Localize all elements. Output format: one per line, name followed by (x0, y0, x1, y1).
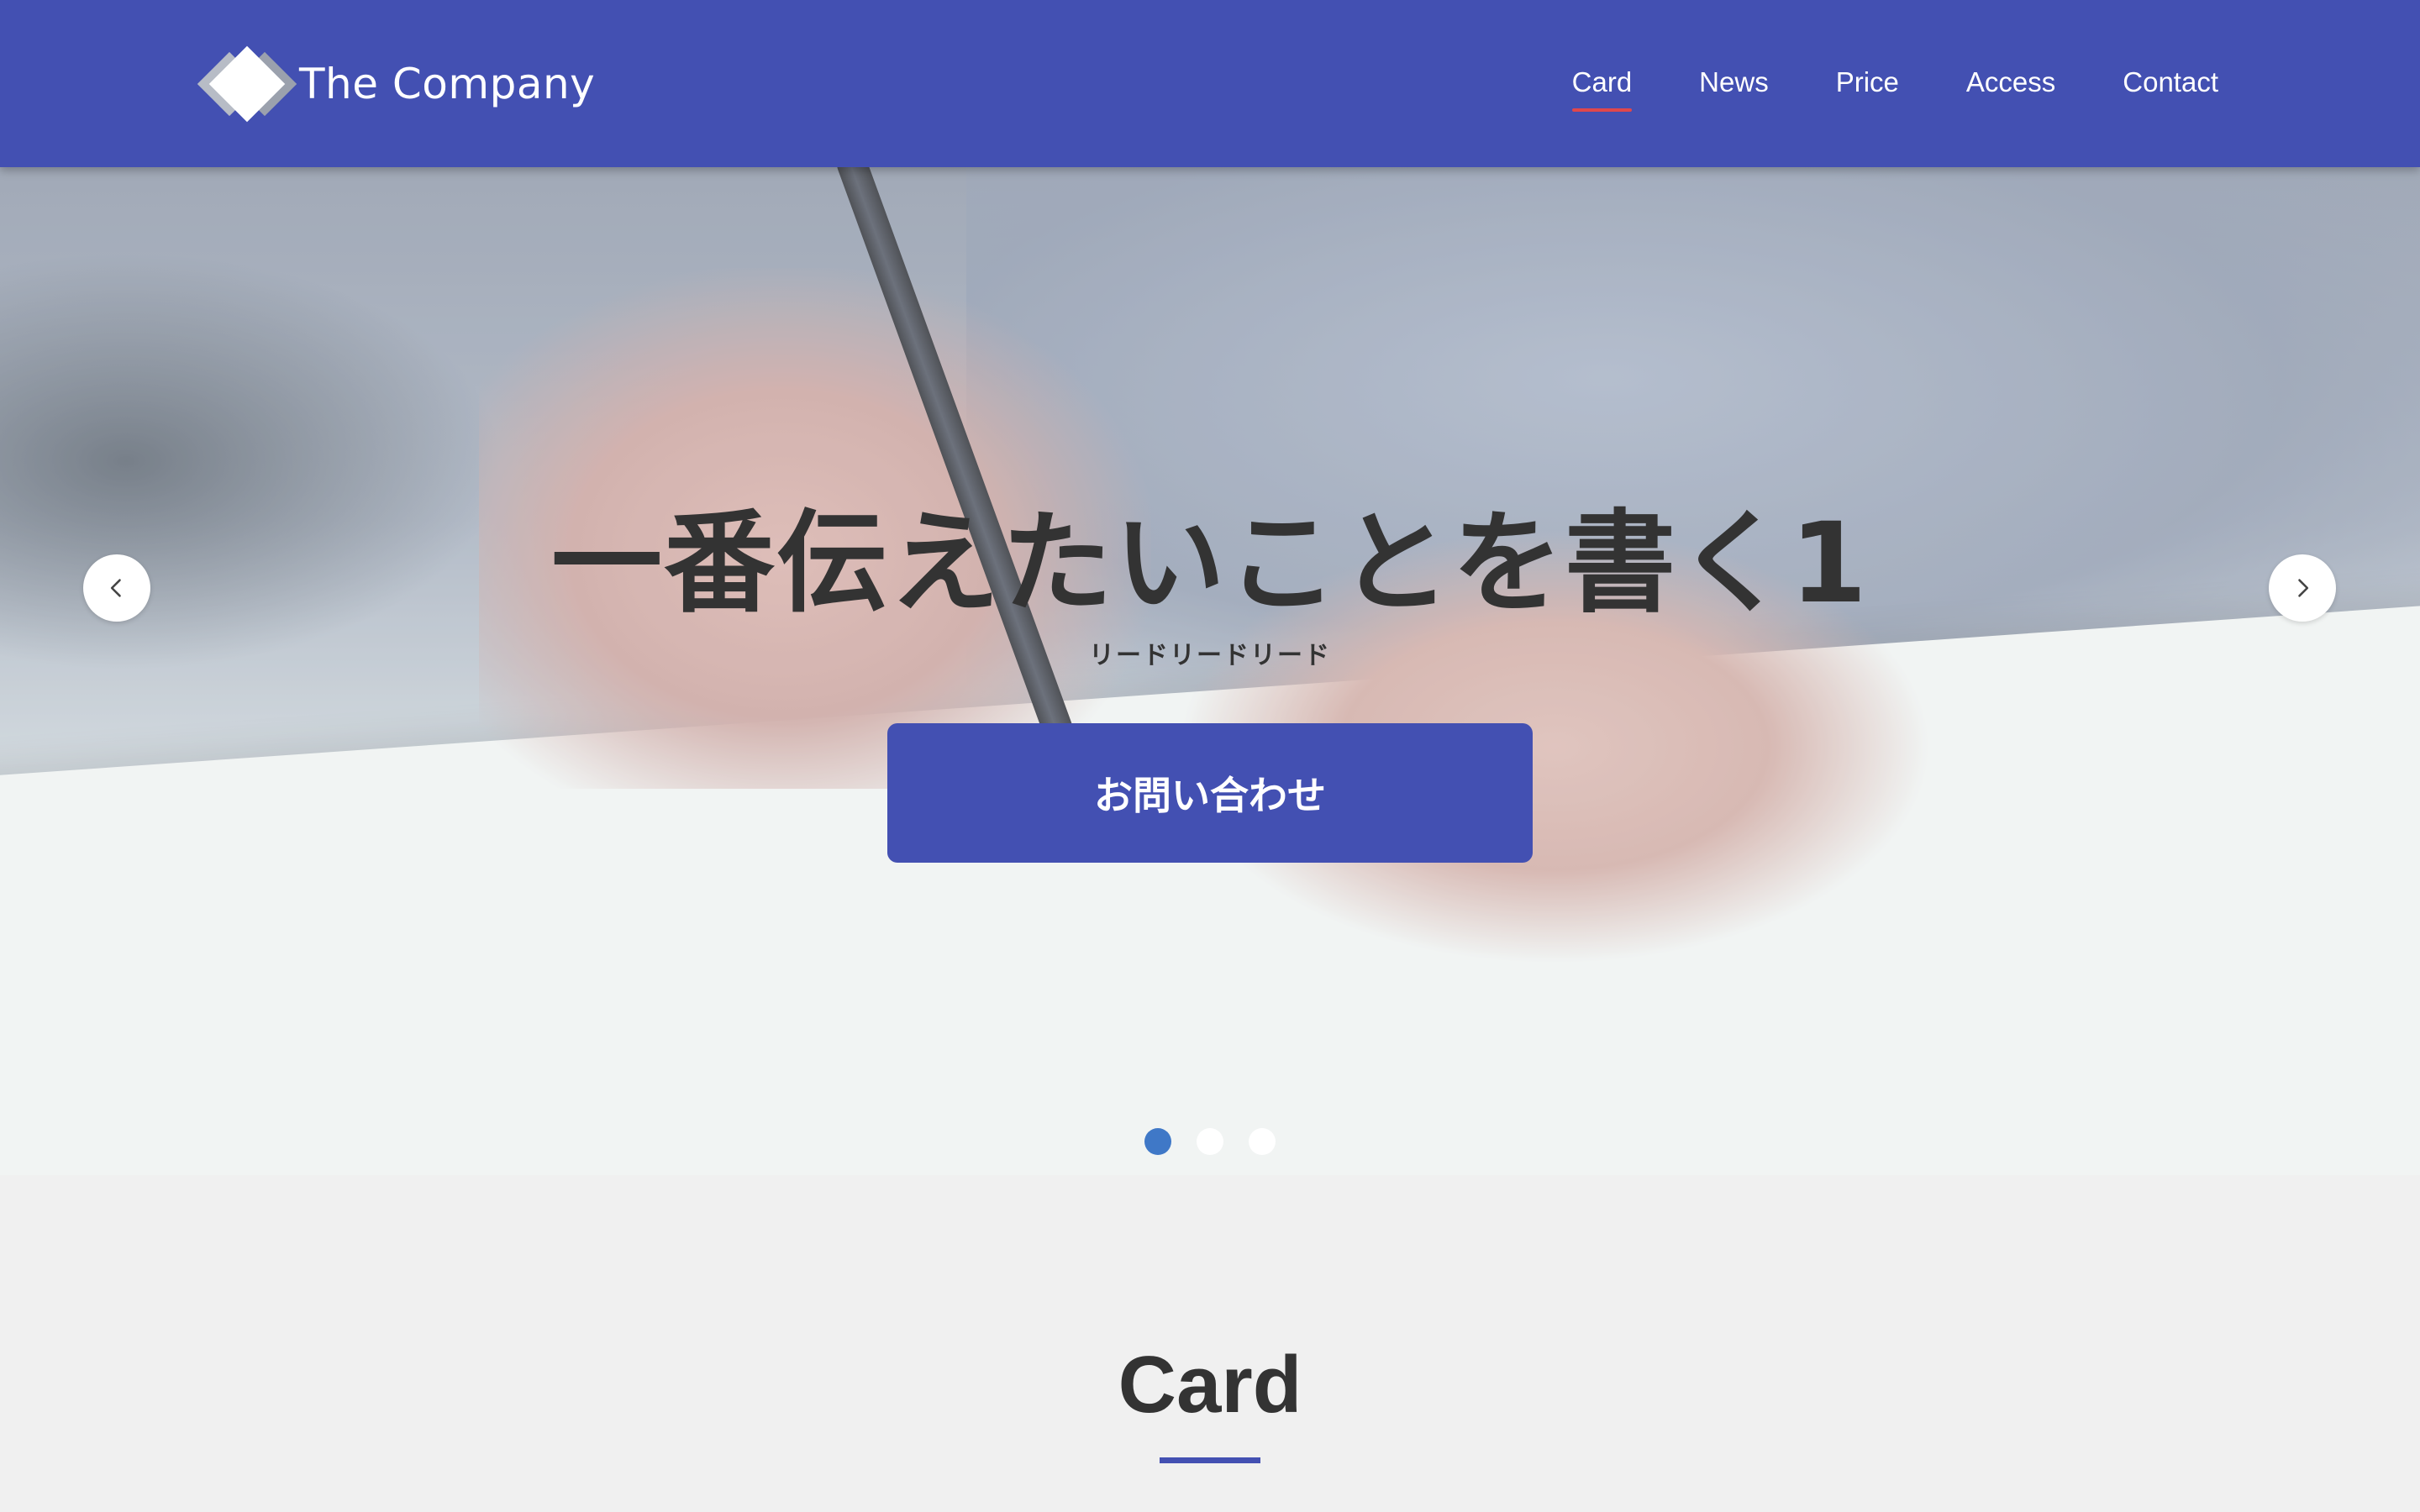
nav-item-price[interactable]: Price (1836, 58, 1899, 110)
contact-button[interactable]: お問い合わせ (887, 723, 1533, 863)
nav-item-access[interactable]: Access (1966, 58, 2055, 110)
nav-item-card[interactable]: Card (1571, 58, 1632, 112)
site-header: The Company Card News Price Access Conta… (0, 0, 2420, 167)
carousel-dot-1[interactable] (1144, 1128, 1171, 1155)
hero-content: 一番伝えたいことを書く1 リードリードリード お問い合わせ (0, 167, 2420, 1175)
hero-title: 一番伝えたいことを書く1 (551, 499, 1869, 628)
carousel-next-button[interactable] (2269, 554, 2336, 622)
hero-lead: リードリードリード (1089, 641, 1331, 670)
nav-item-contact[interactable]: Contact (2123, 58, 2218, 110)
carousel-dot-2[interactable] (1197, 1128, 1223, 1155)
carousel-dot-3[interactable] (1249, 1128, 1276, 1155)
carousel-pagination (0, 1128, 2420, 1155)
chevron-left-icon (110, 579, 121, 597)
chevron-right-icon (2298, 579, 2309, 597)
section-title-underline (1160, 1457, 1260, 1463)
carousel-prev-button[interactable] (83, 554, 150, 622)
logo-text: The Company (299, 60, 596, 108)
main-nav: Card News Price Access Contact (1505, 0, 2218, 167)
section-title: Card (1118, 1340, 1302, 1430)
nav-item-news[interactable]: News (1699, 58, 1769, 110)
card-section: Card (0, 1175, 2420, 1512)
logo[interactable]: The Company (197, 45, 596, 123)
hero-carousel: 一番伝えたいことを書く1 リードリードリード お問い合わせ (0, 167, 2420, 1175)
logo-diamond-icon (197, 45, 297, 123)
